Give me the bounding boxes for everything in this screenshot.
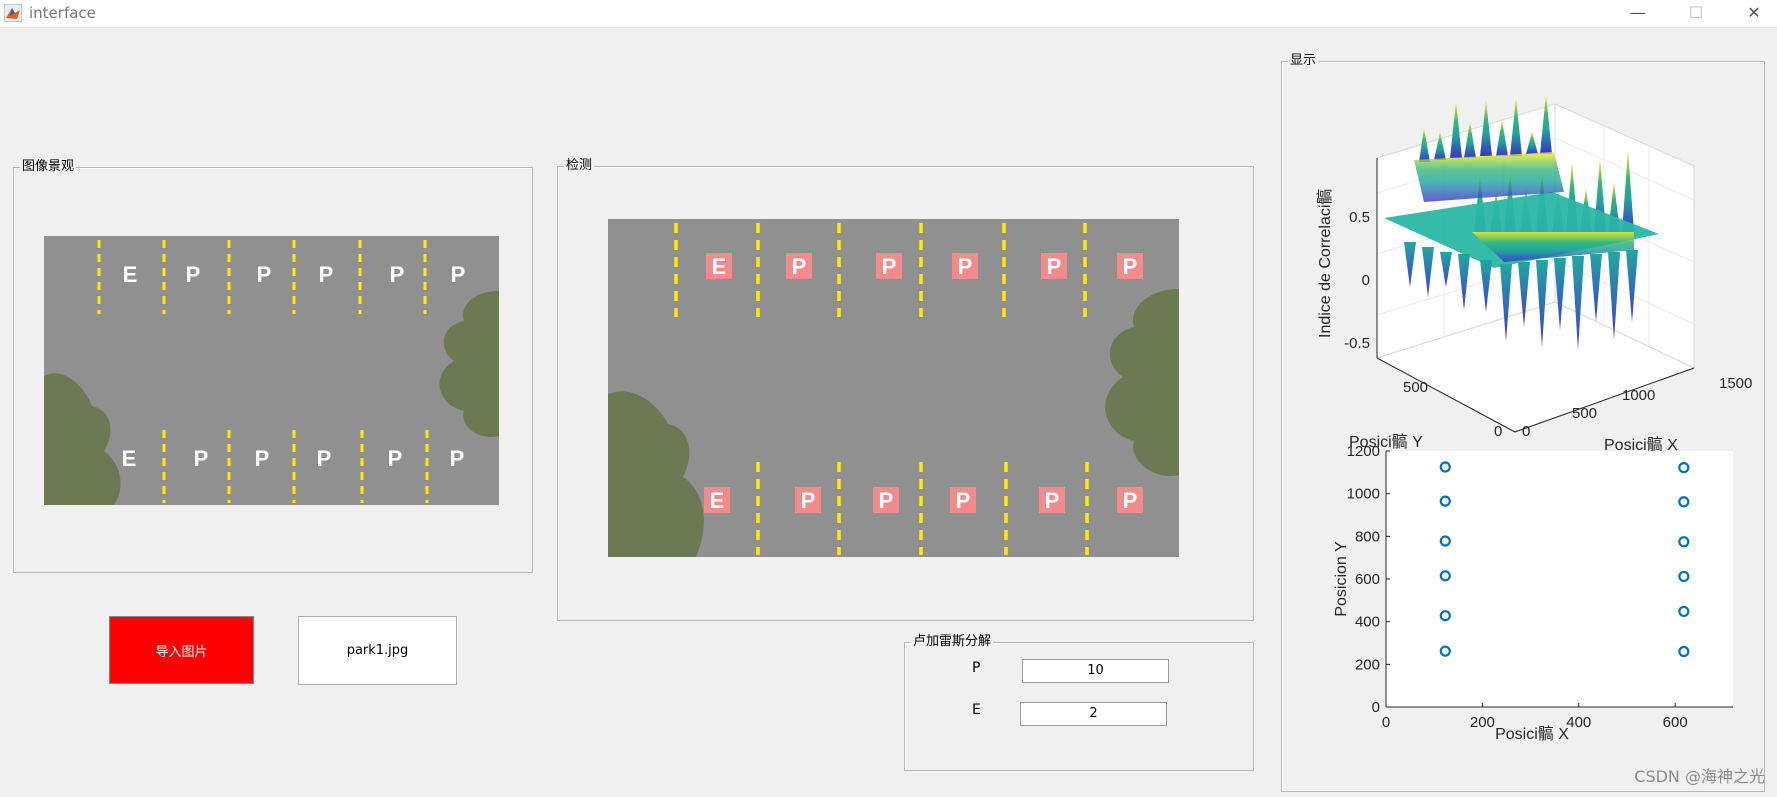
scatter-y-tick-label: 200 <box>1355 656 1380 673</box>
e-count-label: E <box>972 702 981 718</box>
window-title: interface <box>29 4 96 22</box>
close-button[interactable]: ✕ <box>1734 2 1774 24</box>
import-image-button[interactable]: 导入图片 <box>109 616 254 684</box>
scatter-x-tick-label: 600 <box>1663 714 1688 731</box>
display-panel-title: 显示 <box>1288 53 1319 69</box>
decomposition-panel: 卢加雷斯分解 P 10 E 2 <box>904 634 1254 771</box>
detection-slot-label: P <box>1123 488 1138 513</box>
detection-slot-label: E <box>710 488 725 513</box>
preview-image: E P P P P P E P P P P P <box>44 236 499 505</box>
p-count-field[interactable]: 10 <box>1022 659 1169 683</box>
scatter-plot: 0 200 400 600 0 200 400 600 800 1000 1200 Posici髇… <box>1333 443 1733 742</box>
detection-slot-label: P <box>958 254 973 279</box>
preview-slot-label: P <box>388 446 403 471</box>
matlab-icon <box>4 4 22 22</box>
surface-x-tick: 1500 <box>1719 375 1752 392</box>
detection-slot-label: P <box>792 254 807 279</box>
scatter-y-tick-label: 400 <box>1355 614 1380 631</box>
preview-panel: 图像景观 E P P P P P E P P P P P <box>13 159 533 573</box>
surface-x-tick: 0 <box>1522 423 1530 440</box>
surface-y-tick: 500 <box>1403 379 1428 396</box>
p-count-label: P <box>972 660 981 676</box>
preview-slot-label: P <box>450 446 465 471</box>
scatter-x-axis-label: Posici髇 X <box>1495 725 1569 742</box>
surface-x-tick: 1000 <box>1622 387 1655 404</box>
scatter-y-tick-label: 0 <box>1372 699 1380 716</box>
surface-plot: 0.5 0 -0.5 0 500 1000 1500 0 500 Posici髇… <box>1316 94 1752 454</box>
scatter-y-tick-label: 1000 <box>1347 486 1380 503</box>
scatter-x-tick-label: 400 <box>1566 714 1591 731</box>
detection-panel-title: 检测 <box>564 158 595 174</box>
surface-z-tick: 0 <box>1362 272 1370 289</box>
scatter-x-tick-label: 0 <box>1382 714 1390 731</box>
detection-slot-label: P <box>801 488 816 513</box>
preview-slot-label: P <box>451 262 466 287</box>
detection-slot-label: P <box>1123 254 1138 279</box>
csdn-watermark: CSDN @海神之光 <box>1634 767 1765 786</box>
scatter-y-axis-label: Posicion Y <box>1333 541 1350 617</box>
display-panel: 显示 0.5 0 -0.5 0 500 1000 1500 0 500 Posi… <box>1281 53 1765 792</box>
preview-slot-label: P <box>257 262 272 287</box>
surface-z-tick: -0.5 <box>1344 335 1370 352</box>
scatter-x-tick-label: 200 <box>1470 714 1495 731</box>
window-titlebar: interface — ☐ ✕ <box>0 0 1777 28</box>
detection-panel: 检测 E P P P P P E P P P P P <box>557 158 1254 621</box>
preview-slot-label: P <box>255 446 270 471</box>
detection-image: E P P P P P E P P P P P <box>608 219 1179 557</box>
detection-slot-label: P <box>1047 254 1062 279</box>
preview-slot-label: E <box>123 262 138 287</box>
preview-panel-title: 图像景观 <box>20 159 77 175</box>
surface-z-axis-label: Indice de Correlaci髇 <box>1316 189 1334 338</box>
detection-slot-label: P <box>879 488 894 513</box>
preview-slot-label: E <box>122 446 137 471</box>
preview-slot-label: P <box>194 446 209 471</box>
preview-slot-label: P <box>390 262 405 287</box>
preview-slot-label: P <box>186 262 201 287</box>
detection-slot-label: P <box>1045 488 1060 513</box>
maximize-button[interactable]: ☐ <box>1676 2 1716 24</box>
e-count-field[interactable]: 2 <box>1020 702 1167 726</box>
scatter-y-tick-label: 600 <box>1355 571 1380 588</box>
surface-x-tick: 500 <box>1572 405 1597 422</box>
preview-slot-label: P <box>317 446 332 471</box>
detection-slot-label: P <box>956 488 971 513</box>
decomposition-panel-title: 卢加雷斯分解 <box>911 634 994 650</box>
surface-y-tick: 0 <box>1494 423 1502 440</box>
detection-slot-label: E <box>712 254 727 279</box>
detection-slot-label: P <box>882 254 897 279</box>
preview-slot-label: P <box>319 262 334 287</box>
surface-z-tick: 0.5 <box>1349 209 1370 226</box>
scatter-y-tick-label: 1200 <box>1347 443 1380 460</box>
scatter-y-tick-label: 800 <box>1355 528 1380 545</box>
minimize-button[interactable]: — <box>1618 2 1658 24</box>
filename-display: park1.jpg <box>298 616 457 685</box>
